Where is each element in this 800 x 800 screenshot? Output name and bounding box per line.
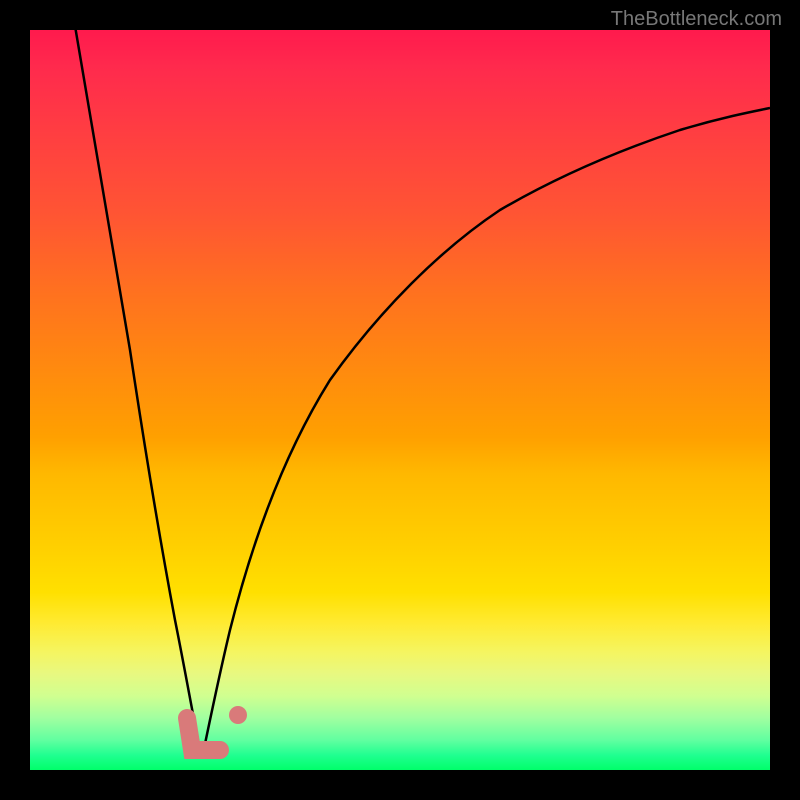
chart-gradient-area <box>30 30 770 770</box>
right-curve <box>202 108 770 758</box>
chart-curves <box>30 30 770 770</box>
watermark-text: TheBottleneck.com <box>611 8 782 31</box>
left-curve <box>74 30 202 758</box>
dot-marker <box>229 706 247 724</box>
l-marker <box>187 718 220 750</box>
